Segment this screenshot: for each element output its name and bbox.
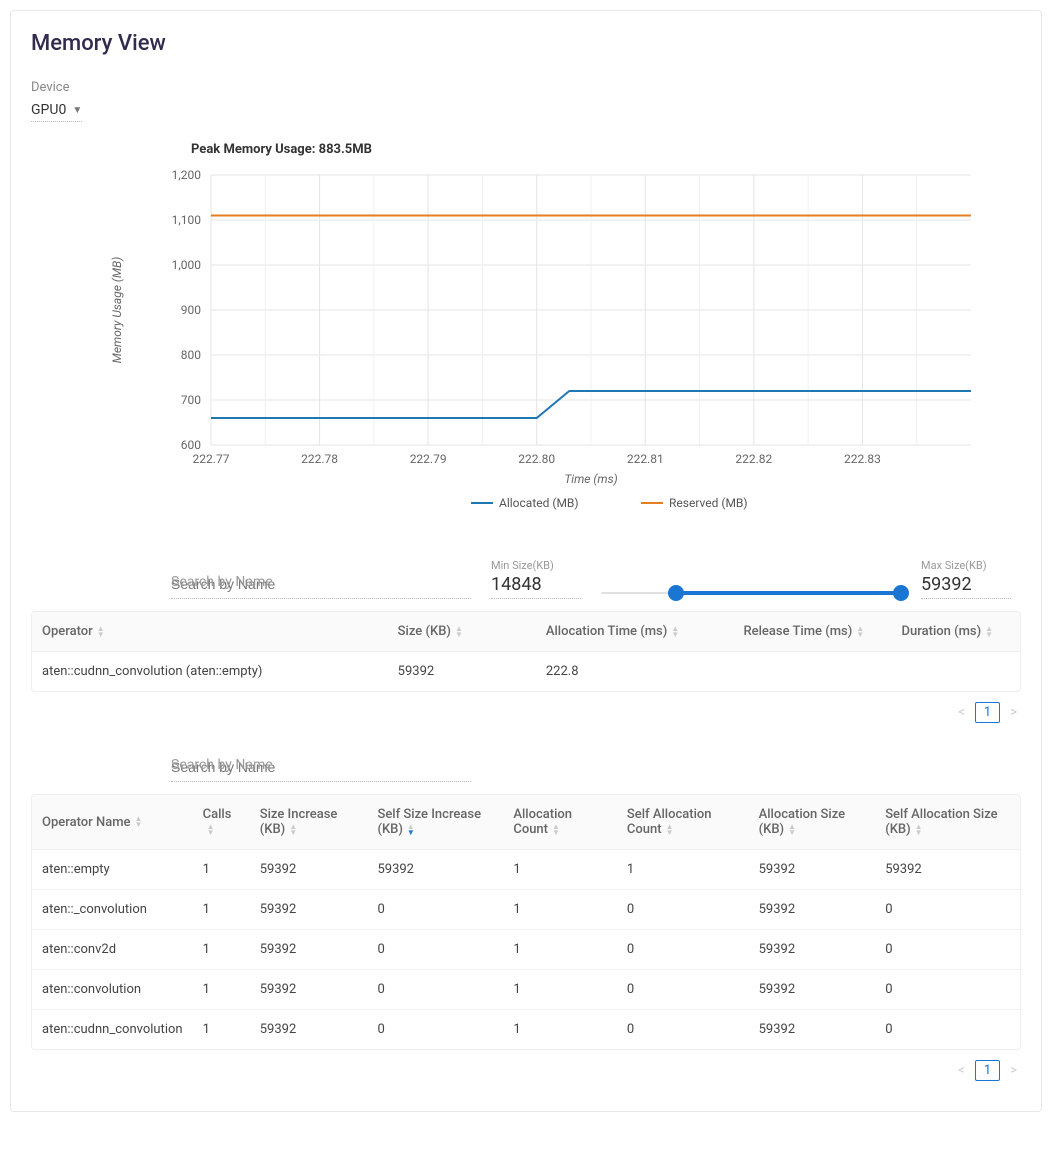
col-calls[interactable]: Calls▲▼	[193, 795, 250, 850]
device-select[interactable]: GPU0 ▼	[31, 102, 82, 122]
slider-min-handle[interactable]	[668, 585, 684, 601]
prev-page-icon[interactable]: <	[954, 703, 969, 722]
svg-text:222.81: 222.81	[627, 452, 664, 466]
svg-text:600: 600	[181, 438, 201, 452]
max-size-label: Max Size(KB)	[921, 559, 1011, 572]
svg-text:700: 700	[181, 393, 201, 407]
device-selector-block: Device GPU0 ▼	[31, 80, 1021, 122]
svg-text:1,200: 1,200	[172, 168, 202, 182]
svg-text:Allocated (MB): Allocated (MB)	[499, 496, 579, 510]
col-self-size-increase-kb-[interactable]: Self Size Increase (KB)▲▼	[367, 795, 503, 850]
col-size-increase-kb-[interactable]: Size Increase (KB)▲▼	[250, 795, 368, 850]
svg-text:222.83: 222.83	[844, 452, 881, 466]
svg-text:1,000: 1,000	[172, 258, 202, 272]
slider-max-handle[interactable]	[893, 585, 909, 601]
table2-pager: < 1 >	[31, 1060, 1021, 1081]
svg-text:1,100: 1,100	[172, 213, 202, 227]
page-title: Memory View	[31, 31, 1021, 56]
svg-text:Memory Usage (MB): Memory Usage (MB)	[110, 257, 124, 364]
col-duration-ms-[interactable]: Duration (ms)▲▼	[892, 612, 1020, 652]
svg-text:222.82: 222.82	[735, 452, 772, 466]
col-self-allocation-count[interactable]: Self Allocation Count▲▼	[617, 795, 749, 850]
min-size-value[interactable]: 14848	[491, 574, 581, 599]
table-row[interactable]: aten::empty15939259392115939259392	[32, 850, 1020, 890]
table1-pager: < 1 >	[31, 702, 1021, 723]
min-size-label: Min Size(KB)	[491, 559, 581, 572]
device-value: GPU0	[31, 102, 66, 118]
table-row[interactable]: aten::convolution159392010593920	[32, 970, 1020, 1010]
col-size-kb-[interactable]: Size (KB)▲▼	[388, 612, 536, 652]
page-number-2[interactable]: 1	[975, 1060, 1000, 1081]
svg-text:222.79: 222.79	[410, 452, 447, 466]
chart-title: Peak Memory Usage: 883.5MB	[191, 142, 1021, 157]
allocations-table: Operator▲▼Size (KB)▲▼Allocation Time (ms…	[31, 611, 1021, 692]
col-allocation-size-kb-[interactable]: Allocation Size (KB)▲▼	[749, 795, 876, 850]
table-row[interactable]: aten::cudnn_convolution159392010593920	[32, 1010, 1020, 1050]
memory-chart: Peak Memory Usage: 883.5MB 600 700 800 900 1…	[31, 142, 1021, 529]
svg-text:800: 800	[181, 348, 201, 362]
col-operator-name[interactable]: Operator Name▲▼	[32, 795, 193, 850]
col-allocation-count[interactable]: Allocation Count▲▼	[503, 795, 617, 850]
size-slider[interactable]	[601, 591, 901, 599]
col-release-time-ms-[interactable]: Release Time (ms)▲▼	[733, 612, 891, 652]
search-by-name-2-block: Search by Name	[31, 753, 1021, 782]
max-size-value[interactable]: 59392	[921, 574, 1011, 599]
page-number[interactable]: 1	[975, 702, 1000, 723]
search-input-1[interactable]	[171, 570, 471, 599]
svg-text:222.80: 222.80	[518, 452, 555, 466]
search-by-name-1: Search by Name	[171, 570, 471, 599]
min-size-block: Min Size(KB) 14848	[491, 559, 581, 599]
device-label: Device	[31, 80, 1021, 95]
search-input-2[interactable]	[171, 753, 471, 782]
svg-text:900: 900	[181, 303, 201, 317]
chevron-down-icon: ▼	[72, 105, 82, 116]
next-page-icon-2[interactable]: >	[1006, 1061, 1021, 1080]
svg-text:222.78: 222.78	[301, 452, 338, 466]
table-row[interactable]: aten::_convolution159392010593920	[32, 890, 1020, 930]
col-self-allocation-size-kb-[interactable]: Self Allocation Size (KB)▲▼	[875, 795, 1020, 850]
col-allocation-time-ms-[interactable]: Allocation Time (ms)▲▼	[536, 612, 734, 652]
svg-text:222.77: 222.77	[193, 452, 230, 466]
next-page-icon[interactable]: >	[1006, 703, 1021, 722]
operators-table: Operator Name▲▼Calls▲▼Size Increase (KB)…	[31, 794, 1021, 1050]
svg-text:Reserved (MB): Reserved (MB)	[669, 496, 748, 510]
max-size-block: Max Size(KB) 59392	[921, 559, 1011, 599]
prev-page-icon-2[interactable]: <	[954, 1061, 969, 1080]
memory-view-card: Memory View Device GPU0 ▼ Peak Memory Us…	[10, 10, 1042, 1112]
filter-row: Search by Name Min Size(KB) 14848 Max Si…	[31, 559, 1021, 599]
svg-text:Time (ms): Time (ms)	[564, 472, 617, 486]
chart-canvas[interactable]: 600 700 800 900 1,000 1,100 1,200 222.77 222.78 2…	[31, 165, 991, 525]
table-row[interactable]: aten::conv2d159392010593920	[32, 930, 1020, 970]
col-operator[interactable]: Operator▲▼	[32, 612, 388, 652]
table-row[interactable]: aten::cudnn_convolution (aten::empty)593…	[32, 652, 1020, 692]
